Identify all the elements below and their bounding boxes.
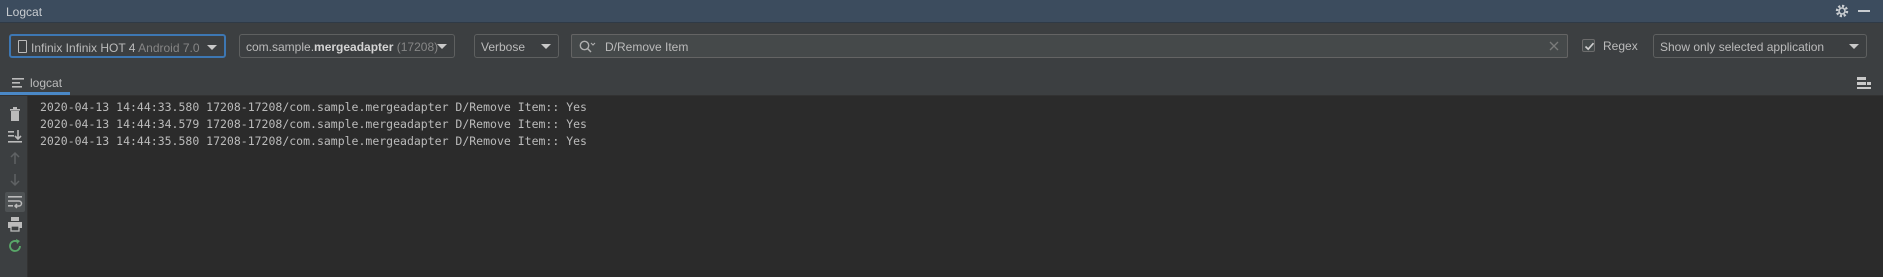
trash-icon [10,107,20,121]
log-level-selector[interactable]: Verbose [474,34,559,58]
process-package-prefix: com.sample. [246,40,315,54]
scroll-to-end-button[interactable] [5,126,25,146]
log-line: 2020-04-13 14:44:33.580 17208-17208/com.… [40,100,587,114]
up-arrow-icon [10,151,20,164]
restart-button[interactable] [5,236,25,256]
filter-selector[interactable]: Show only selected application [1653,34,1867,58]
tool-window-title: Logcat [6,5,43,19]
chevron-down-icon [541,44,551,49]
device-selector[interactable]: Infinix Infinix HOT 4 Android 7.0 [9,34,226,58]
chevron-down-icon [437,44,447,49]
process-selector[interactable]: com.sample.mergeadapter (17208) [239,34,455,58]
minimize-icon[interactable] [1858,10,1870,12]
checkmark-icon [1584,42,1595,51]
soft-wrap-icon [8,196,23,209]
tab-bar: logcat [0,70,1883,96]
logcat-toolbar: Infinix Infinix HOT 4 Android 7.0 com.sa… [0,23,1883,70]
chevron-down-icon [207,45,217,50]
gear-icon[interactable] [1834,3,1850,19]
process-pid: (17208) [396,40,439,54]
log-level-value: Verbose [481,40,526,54]
tool-window-title-bar: Logcat [0,0,1883,23]
regex-checkbox[interactable] [1582,39,1595,52]
search-query: D/Remove Item [605,40,689,54]
search-icon[interactable] [578,39,596,55]
down-arrow-icon [10,174,20,187]
tab-logcat[interactable]: logcat [0,70,70,95]
search-input[interactable]: D/Remove Item [571,34,1568,58]
layout-options-icon[interactable] [1857,76,1871,90]
phone-icon [18,40,27,53]
regex-label: Regex [1603,39,1638,53]
clear-logcat-button[interactable] [5,104,25,124]
previous-occurrence-button[interactable] [5,148,25,168]
print-icon [8,217,22,232]
log-line: 2020-04-13 14:44:34.579 17208-17208/com.… [40,117,587,131]
tab-label: logcat [30,76,63,90]
logcat-actions-sidebar [0,96,28,277]
process-package-name: mergeadapter [314,40,394,54]
filter-value: Show only selected application [1660,40,1825,54]
log-line: 2020-04-13 14:44:35.580 17208-17208/com.… [40,134,587,148]
next-occurrence-button[interactable] [5,170,25,190]
close-icon[interactable] [1547,39,1561,53]
scroll-to-end-icon [8,130,22,143]
device-android-version: Android 7.0 [138,41,200,55]
logcat-output[interactable]: 2020-04-13 14:44:33.580 17208-17208/com.… [28,96,1883,277]
print-button[interactable] [5,214,25,234]
chevron-down-icon [1849,44,1859,49]
logcat-icon [12,78,24,88]
soft-wrap-button[interactable] [5,192,25,212]
restart-icon [9,239,21,252]
device-name: Infinix Infinix HOT 4 [31,41,136,55]
